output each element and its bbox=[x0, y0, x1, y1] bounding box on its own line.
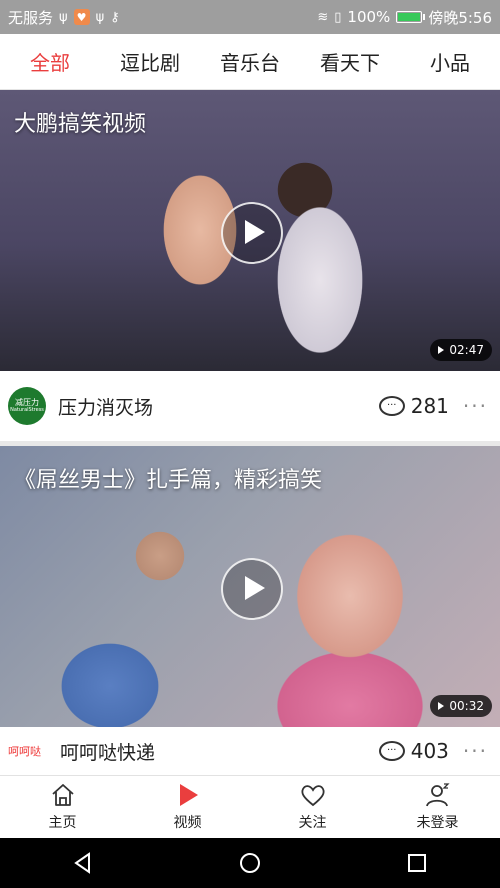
channel-avatar[interactable]: 呵呵哒 bbox=[8, 743, 48, 759]
duration-text: 00:32 bbox=[449, 699, 484, 713]
comment-icon: ··· bbox=[378, 741, 405, 761]
duration-badge: 00:32 bbox=[430, 695, 492, 717]
nav-home[interactable]: 主页 bbox=[0, 776, 125, 838]
nav-follow[interactable]: 关注 bbox=[250, 776, 375, 838]
more-options-icon[interactable]: ··· bbox=[463, 739, 488, 763]
tab-all[interactable]: 全部 bbox=[0, 47, 100, 76]
more-options-icon[interactable]: ··· bbox=[463, 394, 488, 418]
system-navigation-bar bbox=[0, 838, 500, 888]
comment-count: 281 bbox=[410, 394, 449, 418]
usb-debug-icon: ψ bbox=[95, 9, 105, 25]
category-tabs: 全部 逗比剧 音乐台 看天下 小品 bbox=[0, 34, 500, 90]
tab-world[interactable]: 看天下 bbox=[300, 47, 400, 76]
nav-video-label: 视频 bbox=[173, 815, 202, 831]
tab-sketch[interactable]: 小品 bbox=[400, 47, 500, 76]
back-icon[interactable] bbox=[71, 851, 95, 875]
comment-count: 403 bbox=[410, 739, 449, 763]
play-button[interactable] bbox=[221, 201, 283, 264]
key-icon: ⚷ bbox=[110, 9, 120, 25]
clock: 傍晚5:56 bbox=[428, 8, 492, 27]
play-icon bbox=[179, 784, 198, 806]
status-bar: 无服务 ψ ♥ ψ ⚷ ≋ ▯ 100% 傍晚5:56 bbox=[0, 0, 500, 34]
video-title: 大鹏搞笑视频 bbox=[14, 112, 147, 137]
channel-name[interactable]: 呵呵哒快递 bbox=[60, 738, 379, 765]
tab-music[interactable]: 音乐台 bbox=[200, 47, 300, 76]
battery-percent: 100% bbox=[347, 8, 391, 26]
tab-comedy-drama[interactable]: 逗比剧 bbox=[100, 47, 200, 76]
channel-avatar[interactable]: 减压力 NaturalStress bbox=[8, 387, 46, 425]
play-small-icon bbox=[438, 346, 445, 354]
sim-icon: ▯ bbox=[334, 9, 342, 25]
video-meta-row: 呵呵哒 呵呵哒快递 ··· 403 ··· bbox=[0, 727, 500, 775]
play-small-icon bbox=[438, 702, 445, 710]
home-icon bbox=[51, 784, 74, 806]
nav-video[interactable]: 视频 bbox=[125, 776, 250, 838]
play-button[interactable] bbox=[221, 557, 283, 620]
nav-follow-label: 关注 bbox=[298, 815, 327, 831]
video-meta-row: 减压力 NaturalStress 压力消灭场 ··· 281 ··· bbox=[0, 371, 500, 441]
comment-button[interactable]: ··· 403 bbox=[378, 739, 449, 763]
comment-button[interactable]: ··· 281 bbox=[378, 394, 449, 418]
channel-name[interactable]: 压力消灭场 bbox=[58, 393, 379, 420]
user-icon bbox=[425, 783, 450, 807]
recents-icon[interactable] bbox=[405, 851, 429, 875]
bottom-navigation: 主页 视频 关注 未登录 bbox=[0, 775, 500, 838]
heart-icon bbox=[300, 785, 325, 807]
nav-home-label: 主页 bbox=[48, 815, 77, 831]
video-thumbnail[interactable]: 《屌丝男士》扎手篇，精彩搞笑 00:32 bbox=[0, 446, 500, 727]
carrier-label: 无服务 bbox=[8, 8, 54, 27]
duration-text: 02:47 bbox=[449, 343, 484, 357]
comment-icon: ··· bbox=[378, 396, 405, 416]
wifi-icon: ≋ bbox=[317, 9, 329, 25]
nav-login-label: 未登录 bbox=[416, 815, 459, 831]
usb-icon: ψ bbox=[59, 9, 68, 25]
video-title: 《屌丝男士》扎手篇，精彩搞笑 bbox=[14, 468, 323, 493]
nav-login[interactable]: 未登录 bbox=[375, 776, 500, 838]
video-thumbnail[interactable]: 大鹏搞笑视频 02:47 bbox=[0, 90, 500, 371]
duration-badge: 02:47 bbox=[430, 339, 492, 361]
home-circle-icon[interactable] bbox=[238, 851, 262, 875]
battery-icon bbox=[396, 11, 426, 23]
channel-avatar-subtext: NaturalStress bbox=[10, 406, 44, 413]
app-notification-icon: ♥ bbox=[73, 9, 90, 25]
